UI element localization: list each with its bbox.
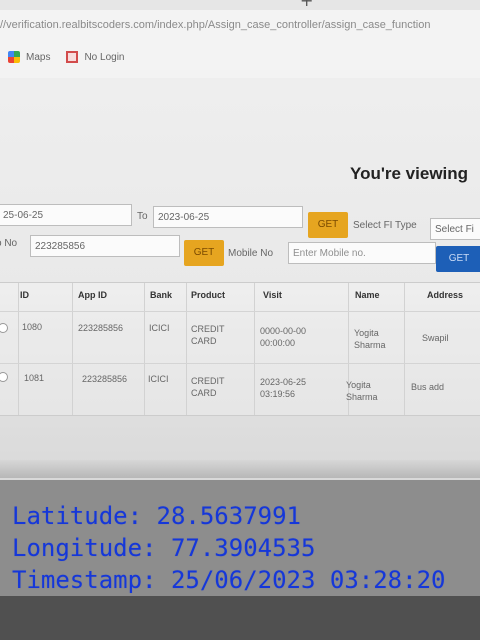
- header-id: ID: [20, 290, 29, 300]
- cell-name: Yogita Sharma: [346, 380, 378, 402]
- bookmark-no-login[interactable]: No Login: [66, 48, 124, 66]
- mobile-number-label: Mobile No: [228, 248, 274, 259]
- cell-id: 1080: [22, 322, 43, 332]
- select-fi-type-dropdown[interactable]: Select Fi: [430, 218, 480, 240]
- cell-app-id: 223285856: [82, 374, 128, 384]
- header-address: Address: [427, 290, 464, 300]
- bottom-shadow: [0, 596, 480, 640]
- get-date-button[interactable]: GET: [308, 212, 348, 238]
- longitude-text: Longitude: 77.3904535: [12, 534, 316, 562]
- row-select-radio[interactable]: [0, 372, 8, 382]
- table-row[interactable]: 1080 223285856 ICICI CREDIT CARD 0000-00…: [0, 311, 480, 364]
- header-visit: Visit: [263, 290, 282, 300]
- header-product: Product: [191, 290, 226, 300]
- select-fi-type-label: Select FI Type: [353, 220, 417, 231]
- cell-app-id: 223285856: [78, 323, 124, 333]
- cell-product: CREDIT CARD: [191, 324, 225, 346]
- cell-bank: ICICI: [149, 323, 170, 333]
- cell-product: CREDIT CARD: [191, 376, 225, 398]
- application-number-field[interactable]: 223285856: [30, 235, 180, 257]
- cell-visit: 2023-06-25 03:19:56: [260, 377, 307, 399]
- maps-icon: [8, 51, 20, 63]
- new-tab-icon[interactable]: +: [300, 0, 316, 9]
- photo-frame: + //verification.realbitscoders.com/inde…: [0, 0, 480, 640]
- get-mobile-button[interactable]: GET: [436, 246, 480, 272]
- monitor-bezel: [0, 460, 480, 478]
- geo-tag-overlay: Latitude: 28.5637991 Longitude: 77.39045…: [12, 500, 445, 596]
- row-select-radio[interactable]: [0, 323, 8, 333]
- bookmark-maps[interactable]: Maps: [8, 48, 50, 66]
- tab-bar: [0, 0, 480, 10]
- header-name: Name: [355, 290, 380, 300]
- browser-screen: + //verification.realbitscoders.com/inde…: [0, 0, 480, 480]
- timestamp-text: Timestamp: 25/06/2023 03:28:20: [12, 566, 446, 594]
- cell-visit: 0000-00-00 00:00:00: [260, 326, 307, 348]
- browser-toolbar: + //verification.realbitscoders.com/inde…: [0, 0, 480, 78]
- cell-address: Swapil: [422, 333, 449, 343]
- latitude-text: Latitude: 28.5637991: [12, 502, 301, 530]
- to-label: To: [137, 211, 148, 222]
- header-app-id: App ID: [78, 290, 107, 300]
- cases-table: ID App ID Bank Product Visit Name Addres…: [0, 282, 480, 416]
- cell-name: Yogita Sharma: [354, 328, 386, 350]
- table-row[interactable]: 1081 223285856 ICICI CREDIT CARD 2023-06…: [0, 363, 480, 416]
- mobile-number-field[interactable]: Enter Mobile no.: [288, 242, 436, 264]
- application-number-label: o No: [0, 238, 18, 249]
- cell-address: Bus add: [411, 382, 445, 392]
- address-bar[interactable]: //verification.realbitscoders.com/index.…: [0, 12, 480, 38]
- to-date-field[interactable]: 2023-06-25: [153, 206, 303, 228]
- get-application-button[interactable]: GET: [184, 240, 224, 266]
- header-bank: Bank: [150, 290, 173, 300]
- from-date-field[interactable]: 25-06-25: [0, 204, 132, 226]
- bookmarks-bar: Maps No Login: [8, 48, 124, 66]
- cell-bank: ICICI: [148, 374, 169, 384]
- no-login-icon: [66, 51, 79, 63]
- bookmark-label: Maps: [26, 51, 51, 63]
- cell-id: 1081: [24, 373, 45, 383]
- bookmark-label: No Login: [84, 51, 125, 63]
- page-title: You're viewing: [350, 164, 469, 183]
